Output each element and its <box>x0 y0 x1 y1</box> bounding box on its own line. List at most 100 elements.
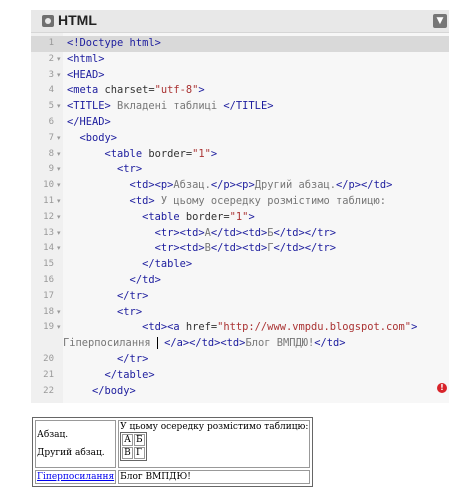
inner-table: А Б В Г <box>120 432 147 461</box>
table-cell: Гіперпосилання <box>35 470 117 484</box>
code-line[interactable]: 12 ▾ <table border="1"> <box>31 210 449 226</box>
code-text: </tr> <box>67 352 148 368</box>
fold-toggle-icon[interactable]: ▾ <box>57 210 61 226</box>
code-text: <HEAD> <box>67 68 105 84</box>
line-number: 10 <box>43 180 54 191</box>
code-token: <!Doctype html> <box>67 37 161 49</box>
fold-toggle-icon[interactable]: ▾ <box>57 68 61 84</box>
code-token: "1" <box>229 210 249 223</box>
fold-toggle-icon[interactable]: ▾ <box>57 241 61 257</box>
code-line[interactable]: 19 ▾ <td><a href="http://www.vmpdu.blogsp… <box>31 320 449 336</box>
inner-cell: А <box>122 434 133 446</box>
code-token: </td></tr> <box>273 226 337 239</box>
code-line[interactable]: 1 <!Doctype html> <box>31 36 449 52</box>
code-token: Вкладені таблиці <box>110 100 224 113</box>
code-line[interactable]: 17 </tr> <box>31 289 449 305</box>
code-line[interactable]: Гіперпосилання </a></td><td>Блог ВМПДЮ!<… <box>31 336 449 352</box>
fold-toggle-icon[interactable]: ▾ <box>57 52 61 68</box>
code-line[interactable]: 21 </table> <box>31 368 449 384</box>
blog-cell: Блог ВМПДЮ! <box>118 470 311 484</box>
paragraph-2: Другий абзац. <box>37 448 105 458</box>
code-line[interactable]: 10 ▾ <td><p>Абзац.</p><p>Другий абзац.</p… <box>31 178 449 194</box>
line-number: 9 <box>48 164 54 175</box>
inner-cell: В <box>122 447 133 459</box>
code-line[interactable]: 22 </body> <box>31 384 449 400</box>
code-line[interactable]: 8 ▾ <table border="1"> <box>31 147 449 163</box>
editor-title: HTML <box>58 12 97 28</box>
chevron-down-icon[interactable]: ▼ <box>433 14 447 28</box>
code-line[interactable]: 11 ▾ <td> У цьому осередку розмістимо таб… <box>31 194 449 210</box>
code-token: <tr><td> <box>67 242 205 255</box>
code-text: <tr><td>В</td><td>Г</td></tr> <box>67 241 336 257</box>
code-token: </td><td> <box>210 242 268 255</box>
line-number: 7 <box>48 132 54 143</box>
line-number: 5 <box>48 101 54 112</box>
code-text: </tr> <box>67 289 148 305</box>
code-token: Абзац. <box>173 179 211 192</box>
code-text: <body> <box>67 131 118 147</box>
code-token: <html> <box>67 52 105 65</box>
code-token: </tr> <box>67 353 149 365</box>
code-token: </table> <box>67 258 193 271</box>
code-token: </td> <box>67 274 161 286</box>
code-token: > <box>210 147 218 160</box>
code-token: </body> <box>67 384 136 397</box>
error-icon[interactable]: ! <box>437 383 447 393</box>
code-text: Гіперпосилання </a></td><td>Блог ВМПДЮ!<… <box>63 336 346 352</box>
line-number: 21 <box>43 369 54 380</box>
fold-toggle-icon[interactable]: ▾ <box>57 131 61 147</box>
line-number: 20 <box>43 354 54 364</box>
code-token: > <box>411 321 418 334</box>
code-token: <td><a <box>67 321 186 334</box>
fold-toggle-icon[interactable]: ▾ <box>57 99 61 115</box>
line-number: 11 <box>43 196 54 206</box>
gear-icon[interactable] <box>42 15 54 27</box>
code-text: <html> <box>67 52 105 68</box>
code-token: <table <box>67 210 186 223</box>
code-line[interactable]: 5 ▾ <TITLE> Вкладені таблиці </TITLE> <box>31 99 449 115</box>
code-line[interactable]: 9 ▾ <tr> <box>31 162 449 178</box>
code-token: </TITLE> <box>223 100 274 113</box>
code-token: <HEAD> <box>67 68 105 81</box>
code-line[interactable]: 13 ▾ <tr><td>А</td><td>Б</td></tr> <box>31 226 449 242</box>
line-number: 6 <box>48 117 54 127</box>
code-text: <td><p>Абзац.</p><p>Другий абзац.</p></t… <box>67 178 393 194</box>
fold-toggle-icon[interactable]: ▾ <box>57 226 61 242</box>
rendered-preview: Абзац. Другий абзац. У цьому осередку ро… <box>32 417 314 487</box>
html-editor-panel: HTML ▼ 1 <!Doctype html> 2 ▾ <html> 3 ▾ <HEAD> 4… <box>31 10 449 403</box>
hyperlink[interactable]: Гіперпосилання <box>37 472 114 482</box>
code-token: </p><p> <box>210 179 255 192</box>
fold-toggle-icon[interactable]: ▾ <box>57 162 61 178</box>
paragraph-1: Абзац. <box>37 430 69 440</box>
code-line[interactable]: 16 </td> <box>31 273 449 289</box>
fold-toggle-icon[interactable]: ▾ <box>57 320 61 336</box>
code-line[interactable]: 6 </HEAD> <box>31 115 449 131</box>
code-token: border= <box>148 147 193 160</box>
code-line[interactable]: 2 ▾ <html> <box>31 52 449 68</box>
line-number: 2 <box>48 53 54 64</box>
code-line[interactable]: 14 ▾ <tr><td>В</td><td>Г</td></tr> <box>31 241 449 257</box>
code-line[interactable]: 15 </table> <box>31 257 449 273</box>
line-number: 3 <box>48 69 54 80</box>
code-line[interactable]: 18 ▾ <tr> <box>31 305 449 321</box>
code-line[interactable]: 3 ▾ <HEAD> <box>31 68 449 84</box>
code-token: <table <box>67 147 149 160</box>
code-token: <TITLE> <box>67 100 111 113</box>
code-token: </table> <box>67 368 155 381</box>
fold-toggle-icon[interactable]: ▾ <box>57 305 61 321</box>
line-number: 1 <box>48 38 54 48</box>
fold-toggle-icon[interactable]: ▾ <box>57 194 61 210</box>
code-line[interactable]: 4 <meta charset="utf-8"> <box>31 83 449 99</box>
code-token: </td> <box>314 337 346 350</box>
code-text: <td><a href="http://www.vmpdu.blogspot.c… <box>67 320 417 336</box>
code-text: </body> <box>67 384 136 400</box>
code-line[interactable]: 20 </tr> <box>31 352 449 368</box>
fold-toggle-icon[interactable]: ▾ <box>57 147 61 163</box>
code-text: <!Doctype html> <box>67 36 161 52</box>
code-line[interactable]: 7 ▾ <body> <box>31 131 449 147</box>
code-text: <table border="1"> <box>67 147 218 163</box>
fold-toggle-icon[interactable]: ▾ <box>57 178 61 194</box>
inner-cell: Б <box>133 434 145 446</box>
code-token: </p></td> <box>336 179 393 192</box>
line-number: 14 <box>43 243 54 254</box>
